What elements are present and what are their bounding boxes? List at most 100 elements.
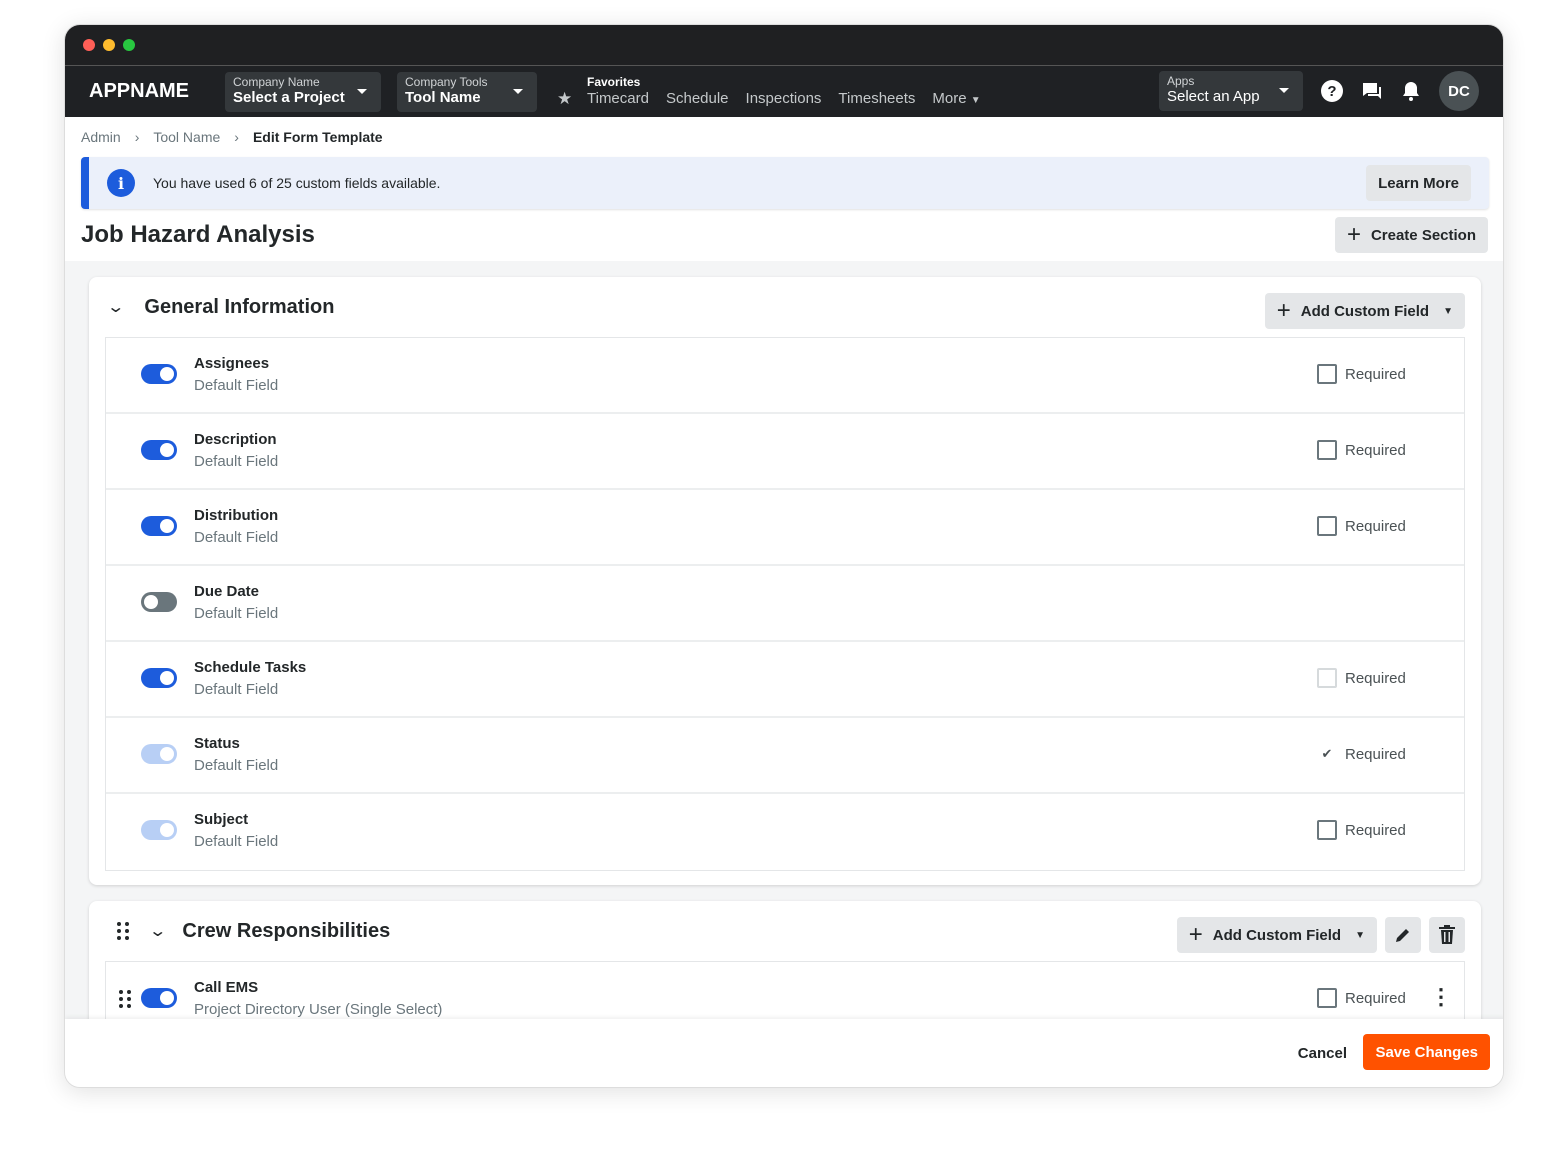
field-toggle[interactable] [141,668,177,688]
help-icon[interactable]: ? [1321,80,1343,102]
caret-down-icon [1279,88,1289,93]
save-changes-button[interactable]: Save Changes [1363,1034,1490,1070]
field-name: Schedule Tasks [194,659,307,676]
field-toggle[interactable] [141,440,177,460]
caret-down-icon: ▼ [970,95,981,106]
required-checkbox[interactable]: Required [1317,440,1406,460]
favorite-link-timecard[interactable]: Timecard [587,90,649,107]
info-icon: i [107,169,135,197]
favorites-label: Favorites [587,74,641,89]
checkmark-icon: ✔ [1321,746,1333,761]
field-name: Due Date [194,583,260,600]
project-select[interactable]: Company Name Select a Project [225,71,381,112]
required-checkbox: ✔ Required [1317,744,1406,764]
more-menu[interactable]: More ▼ [932,90,980,107]
favorite-link-timesheets[interactable]: Timesheets [838,90,915,107]
required-checkbox[interactable]: Required [1317,988,1406,1008]
edit-section-button[interactable] [1385,917,1421,953]
chevron-down-icon[interactable]: ⌄ [106,297,125,317]
chevron-right-icon: › [134,129,140,145]
chevron-down-icon[interactable]: ⌄ [148,921,167,941]
required-label: Required [1345,989,1406,1007]
field-toggle [141,820,177,840]
section-general-information: ⌄ General Information + Add Custom Field … [89,277,1481,885]
drag-handle-icon[interactable] [119,990,131,1008]
field-row: Due Date Default Field [106,566,1464,642]
field-type: Default Field [194,453,279,470]
field-type: Default Field [194,529,279,546]
field-type: Project Directory User (Single Select) [194,1001,443,1018]
favorite-link-inspections[interactable]: Inspections [746,90,822,107]
field-type: Default Field [194,757,279,774]
star-icon[interactable]: ★ [557,89,572,109]
custom-fields-banner: i You have used 6 of 25 custom fields av… [81,157,1489,209]
field-toggle[interactable] [141,516,177,536]
field-row: Distribution Default Field Required [106,490,1464,566]
field-type: Default Field [194,377,279,394]
learn-more-button[interactable]: Learn More [1366,165,1471,201]
app-window: APPNAME Company Name Select a Project Co… [64,24,1504,1088]
caret-down-icon: ▼ [1443,305,1453,317]
field-type: Default Field [194,605,279,622]
field-name: Subject [194,811,249,828]
more-label: More [932,90,967,107]
field-name: Status [194,735,240,752]
field-toggle [141,744,177,764]
section-title: General Information [144,295,335,318]
field-toggle[interactable] [141,364,177,384]
add-custom-field-label: Add Custom Field [1212,926,1342,944]
add-custom-field-button[interactable]: + Add Custom Field ▼ [1264,293,1465,329]
minimize-window-button[interactable] [103,39,115,51]
chat-icon[interactable] [1361,80,1383,102]
checkbox [1317,668,1337,688]
add-custom-field-button[interactable]: + Add Custom Field ▼ [1176,917,1377,953]
tool-select[interactable]: Company Tools Tool Name [397,71,537,112]
plus-icon: + [1276,297,1291,324]
bell-icon[interactable] [1401,80,1421,102]
caret-down-icon [513,88,523,94]
caret-down-icon [357,88,367,94]
create-section-label: Create Section [1370,226,1476,244]
breadcrumb-admin[interactable]: Admin [81,129,121,145]
cancel-button[interactable]: Cancel [1298,1045,1347,1062]
tool-select-value: Tool Name [405,88,481,106]
field-toggle[interactable] [141,988,177,1008]
field-toggle[interactable] [141,592,177,612]
field-row: Status Default Field ✔ Required [106,718,1464,794]
checkbox [1317,516,1337,536]
required-label: Required [1345,821,1406,839]
field-type: Default Field [194,833,279,850]
field-type: Default Field [194,681,279,698]
field-row: Description Default Field Required [106,414,1464,490]
field-row: Schedule Tasks Default Field Required [106,642,1464,718]
field-row: Assignees Default Field Required [106,338,1464,414]
required-label: Required [1345,669,1406,687]
page-title: Job Hazard Analysis [81,221,315,248]
delete-section-button[interactable] [1429,917,1465,953]
breadcrumb-tool[interactable]: Tool Name [153,129,220,145]
required-checkbox[interactable]: Required [1317,364,1406,384]
app-select[interactable]: Apps Select an App [1159,71,1303,111]
breadcrumb: Admin › Tool Name › Edit Form Template [81,129,383,145]
favorites: Favorites ★ Timecard Schedule Inspection… [557,75,981,109]
favorite-link-schedule[interactable]: Schedule [666,90,729,107]
field-name: Distribution [194,507,279,524]
field-row: Subject Default Field Required [106,794,1464,870]
maximize-window-button[interactable] [123,39,135,51]
checkbox [1317,440,1337,460]
required-checkbox[interactable]: Required [1317,820,1406,840]
page-header: Admin › Tool Name › Edit Form Template i Y… [65,117,1503,261]
plus-icon: + [1188,921,1203,948]
field-name: Description [194,431,277,448]
required-label: Required [1345,441,1406,459]
breadcrumb-current: Edit Form Template [252,129,383,145]
drag-handle-icon[interactable] [117,922,129,940]
create-section-button[interactable]: + Create Section [1334,217,1488,253]
pencil-icon [1396,929,1409,942]
required-checkbox[interactable]: Required [1317,516,1406,536]
more-options-icon[interactable]: ⋮ [1430,984,1452,1010]
app-select-label: Apps [1167,74,1195,88]
user-avatar[interactable]: DC [1439,71,1479,111]
app-logo[interactable]: APPNAME [89,80,225,103]
close-window-button[interactable] [83,39,95,51]
